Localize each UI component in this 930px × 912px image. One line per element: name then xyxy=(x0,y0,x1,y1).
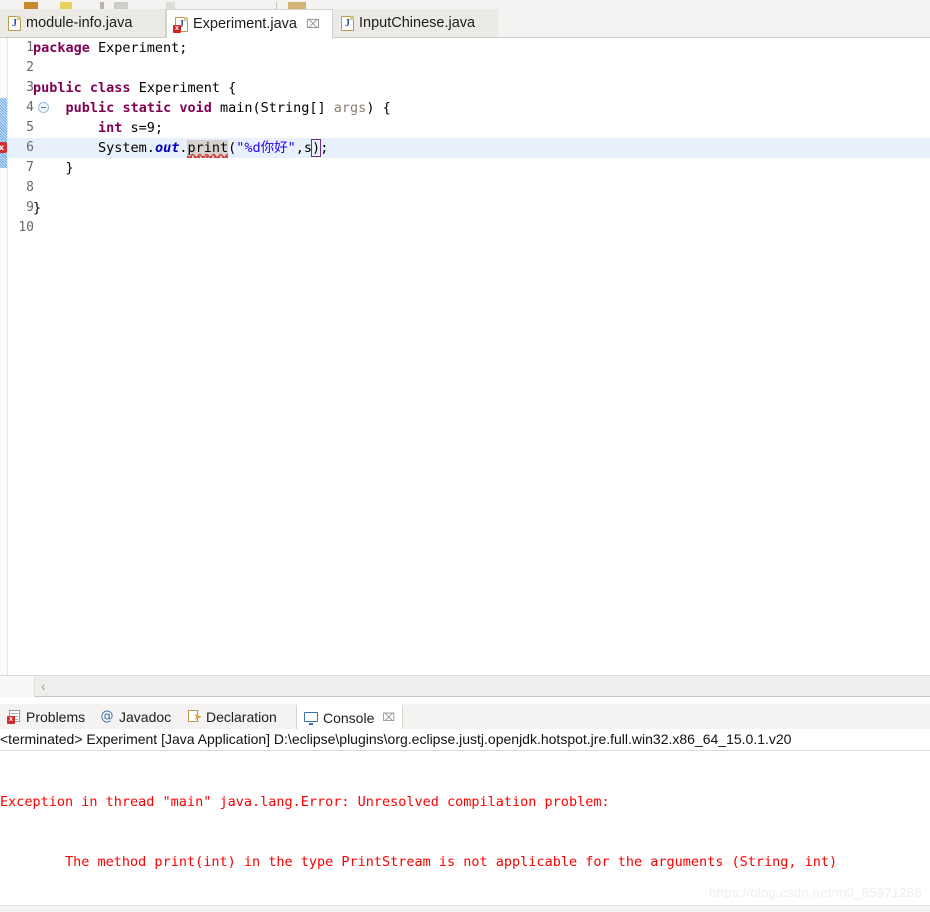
toolbar-separator xyxy=(276,2,277,9)
editor-tab-experiment[interactable]: J x Experiment.java ⌧ xyxy=(166,9,333,38)
view-tab-label: Declaration xyxy=(206,708,277,725)
console-icon xyxy=(304,711,318,725)
keyword: package xyxy=(33,40,90,56)
java-file-icon: J xyxy=(341,15,354,31)
java-file-error-icon: J x xyxy=(173,16,188,33)
code-text: } xyxy=(33,200,42,216)
keyword: public xyxy=(33,80,82,96)
perspective-icon[interactable] xyxy=(288,2,306,9)
code-line: int s=9; xyxy=(33,118,163,138)
debug-icon[interactable] xyxy=(100,2,104,9)
code-line-error: System.out.print("%d你好",s); xyxy=(33,138,328,158)
string-literal: "%d你好" xyxy=(236,140,296,156)
editor-tab-inputchinese[interactable]: J InputChinese.java xyxy=(333,9,498,37)
watermark: https://blog.csdn.net/m0_55971286 xyxy=(709,885,922,900)
caret-bracket-match: ) xyxy=(311,139,322,157)
code-line: package Experiment; xyxy=(33,38,187,58)
view-tab-problems[interactable]: x Problems xyxy=(0,704,92,729)
editor-tab-label: InputChinese.java xyxy=(359,15,476,31)
console-line: The method print(int) in the type PrintS… xyxy=(0,854,838,870)
code-text: s xyxy=(303,140,313,156)
code-line: } xyxy=(33,198,41,218)
editor-tab-module-info[interactable]: J module-info.java xyxy=(0,9,166,37)
code-text: main(String[] xyxy=(211,100,334,116)
code-text: ; xyxy=(320,140,329,156)
code-text: s=9; xyxy=(122,120,164,136)
code-line: } xyxy=(33,158,74,178)
view-tab-javadoc[interactable]: @ Javadoc xyxy=(93,704,178,729)
code-text: Experiment; xyxy=(89,40,188,56)
view-tab-label: Console xyxy=(323,709,375,726)
field-reference: out xyxy=(154,140,180,156)
java-file-icon: J xyxy=(8,15,21,31)
folder-icon[interactable] xyxy=(24,2,38,9)
code-text: ) { xyxy=(366,100,391,116)
keyword: void xyxy=(179,100,212,116)
close-icon[interactable]: ⌧ xyxy=(306,18,320,30)
scrollbar-corner xyxy=(0,676,35,697)
editor-horizontal-scrollbar[interactable]: ‹ xyxy=(0,675,930,697)
view-tab-label: Javadoc xyxy=(119,708,172,725)
code-text: Experiment { xyxy=(130,80,237,96)
code-line: public static void main(String[] args) { xyxy=(33,98,391,118)
copy-icon[interactable] xyxy=(166,2,175,9)
keyword: static xyxy=(122,100,172,116)
problems-icon: x xyxy=(7,709,21,724)
view-tab-label: Problems xyxy=(26,708,86,725)
close-icon[interactable]: ⌧ xyxy=(382,711,395,724)
view-tab-console[interactable]: Console ⌧ xyxy=(296,704,404,729)
scroll-left-icon[interactable]: ‹ xyxy=(41,679,46,693)
bottom-strip xyxy=(0,905,930,912)
keyword: class xyxy=(89,80,131,96)
bottom-view-tab-bar: x Problems @ Javadoc ➤ Declaration Conso… xyxy=(0,704,930,730)
code-editor[interactable]: 1 2 3 4 5 6 7 8 9 10 x package Experimen… xyxy=(0,38,930,675)
declaration-icon: ➤ xyxy=(187,709,202,724)
javadoc-icon: @ xyxy=(100,708,114,724)
code-text: , xyxy=(295,140,304,156)
keyword: public xyxy=(65,100,115,116)
code-text: System. xyxy=(98,140,155,156)
console-process-header: <terminated> Experiment [Java Applicatio… xyxy=(0,729,930,751)
code-line: public class Experiment { xyxy=(33,78,236,98)
parameter-name: args xyxy=(333,100,367,116)
run-icon[interactable] xyxy=(60,2,72,9)
console-line: Exception in thread "main" java.lang.Err… xyxy=(0,794,618,810)
code-text: } xyxy=(33,160,74,176)
code-text-area[interactable]: package Experiment; public class Experim… xyxy=(0,38,930,675)
keyword: int xyxy=(98,120,123,136)
window-icon[interactable] xyxy=(114,2,128,9)
method-call-error: print xyxy=(187,140,229,158)
editor-tab-bar: J module-info.java J x Experiment.java ⌧… xyxy=(0,9,930,38)
editor-tab-label: Experiment.java xyxy=(193,16,297,32)
editor-tab-label: module-info.java xyxy=(26,15,133,31)
view-tab-declaration[interactable]: ➤ Declaration xyxy=(180,704,284,729)
